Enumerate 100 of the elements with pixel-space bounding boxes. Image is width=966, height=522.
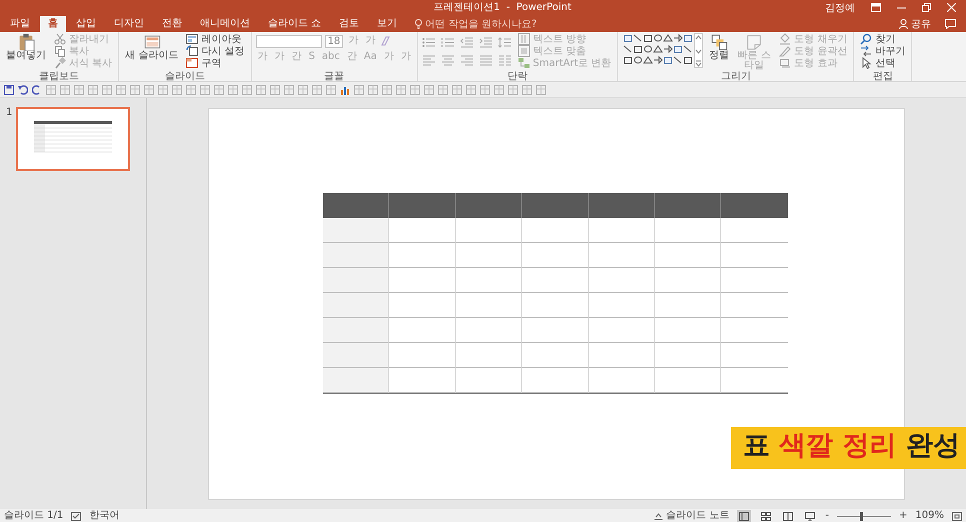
grid-icon[interactable]	[158, 84, 168, 94]
grid-icon[interactable]	[298, 84, 308, 94]
grid-icon[interactable]	[144, 84, 154, 94]
table-cell	[389, 242, 456, 268]
indent-decrease-icon[interactable]	[460, 36, 474, 48]
grid-icon[interactable]	[270, 84, 280, 94]
zoom-slider[interactable]	[837, 512, 892, 520]
table-header-cell	[456, 192, 522, 218]
ribbon-command[interactable]: 구역	[184, 57, 247, 69]
grid-icon[interactable]	[396, 84, 406, 94]
ribbon-tab[interactable]: 보기	[369, 16, 406, 32]
grid-icon[interactable]	[74, 84, 84, 94]
zoom-out-button[interactable]: -	[825, 509, 830, 522]
spellcheck-icon[interactable]	[71, 512, 82, 520]
share-button[interactable]: 공유	[899, 16, 931, 32]
comment-icon[interactable]	[945, 18, 956, 28]
grid-icon[interactable]	[284, 84, 294, 94]
table[interactable]	[323, 192, 788, 394]
ribbon-tab[interactable]: 슬라이드 쇼	[260, 16, 330, 32]
grid-icon[interactable]	[508, 84, 518, 94]
grid-icon[interactable]	[312, 84, 322, 94]
align-center-icon[interactable]	[440, 54, 455, 66]
grid-icon[interactable]	[326, 84, 336, 94]
grid-icon[interactable]	[130, 84, 140, 94]
grid-icon[interactable]	[214, 84, 224, 94]
ribbon-command[interactable]: 다시 설정	[184, 45, 247, 57]
ribbon-tab[interactable]: 애니메이션	[192, 16, 258, 32]
redo-icon[interactable]	[32, 84, 42, 94]
table-cell	[323, 268, 390, 292]
ribbon-tab[interactable]: 검토	[331, 16, 368, 32]
grid-icon[interactable]	[480, 84, 490, 94]
reset-icon	[186, 45, 198, 57]
grid-icon[interactable]	[410, 84, 420, 94]
save-icon[interactable]	[4, 84, 14, 94]
ribbon-command[interactable]: 정렬	[707, 33, 732, 61]
grid-icon[interactable]	[46, 84, 56, 94]
table-cell	[389, 368, 456, 392]
grid-icon[interactable]	[186, 84, 196, 94]
line-spacing-icon[interactable]	[498, 36, 512, 48]
grid-icon[interactable]	[102, 84, 112, 94]
ribbon-command[interactable]: 붙여넣기	[4, 33, 48, 61]
grid-icon[interactable]	[424, 84, 434, 94]
grid-icon[interactable]	[60, 84, 70, 94]
grid-icon[interactable]	[522, 84, 532, 94]
view-button[interactable]	[781, 510, 796, 522]
indent-increase-icon[interactable]	[478, 36, 493, 48]
view-button[interactable]	[803, 510, 818, 522]
zoom-in-button[interactable]: +	[899, 509, 908, 522]
ribbon-tab[interactable]: 파일	[2, 16, 38, 32]
grid-icon[interactable]	[536, 84, 546, 94]
bar-chart-icon[interactable]	[340, 84, 350, 94]
grid-icon[interactable]	[200, 84, 210, 94]
slide-sorter-icon	[761, 512, 772, 520]
view-button[interactable]	[737, 510, 752, 522]
grid-icon[interactable]	[88, 84, 98, 94]
zoom-level[interactable]: 109%	[915, 509, 944, 522]
columns-icon[interactable]	[498, 54, 512, 66]
align-left-icon[interactable]	[422, 54, 436, 66]
grid-icon[interactable]	[172, 84, 182, 94]
view-button[interactable]	[759, 510, 774, 522]
ribbon-command[interactable]: 바꾸기	[858, 45, 908, 57]
fit-to-window-icon[interactable]	[952, 512, 962, 520]
grid-icon[interactable]	[382, 84, 392, 94]
font-size-field[interactable]: 18	[324, 34, 344, 48]
tell-me-field[interactable]: 어떤 작업을 원하시나요?	[425, 17, 537, 31]
undo-icon[interactable]	[18, 84, 28, 94]
ribbon-tab[interactable]: 전환	[154, 16, 190, 32]
grid-icon[interactable]	[354, 84, 364, 94]
grid-icon[interactable]	[438, 84, 448, 94]
ribbon-command[interactable]: 레이아웃	[184, 33, 247, 45]
grid-icon[interactable]	[452, 84, 462, 94]
notes-button[interactable]: 슬라이드 노트	[654, 509, 730, 522]
ribbon-tab[interactable]: 디자인	[106, 16, 152, 32]
grid-icon[interactable]	[242, 84, 252, 94]
slider-thumb[interactable]	[860, 512, 864, 520]
justify-icon[interactable]	[478, 54, 493, 66]
ribbon-command[interactable]: 새 슬라이드	[123, 33, 180, 61]
grid-icon[interactable]	[466, 84, 476, 94]
font-name-field[interactable]	[256, 34, 322, 48]
grid-icon[interactable]	[256, 84, 266, 94]
ribbon-tab[interactable]: 홈	[40, 16, 66, 32]
table-header-cell	[522, 192, 589, 218]
grid-icon[interactable]	[494, 84, 504, 94]
slide-thumbnail[interactable]	[16, 107, 130, 171]
bullet-list-icon[interactable]	[422, 36, 436, 48]
grid-icon[interactable]	[116, 84, 126, 94]
ribbon-command[interactable]: 찾기	[858, 33, 908, 45]
align-right-icon[interactable]	[460, 54, 474, 66]
grid-icon[interactable]	[368, 84, 378, 94]
shapes-gallery[interactable]	[622, 33, 704, 69]
user-name[interactable]: 김정예	[825, 0, 855, 14]
ribbon-options-icon[interactable]	[871, 3, 881, 12]
table-cell	[522, 218, 589, 242]
ribbon-command[interactable]: 선택	[858, 57, 908, 69]
maximize-icon[interactable]	[922, 3, 931, 12]
close-icon[interactable]	[947, 3, 956, 12]
ribbon-tab[interactable]: 삽입	[68, 16, 104, 32]
language-label[interactable]: 한국어	[89, 509, 120, 522]
grid-icon[interactable]	[228, 84, 238, 94]
numbered-list-icon[interactable]	[440, 36, 455, 48]
